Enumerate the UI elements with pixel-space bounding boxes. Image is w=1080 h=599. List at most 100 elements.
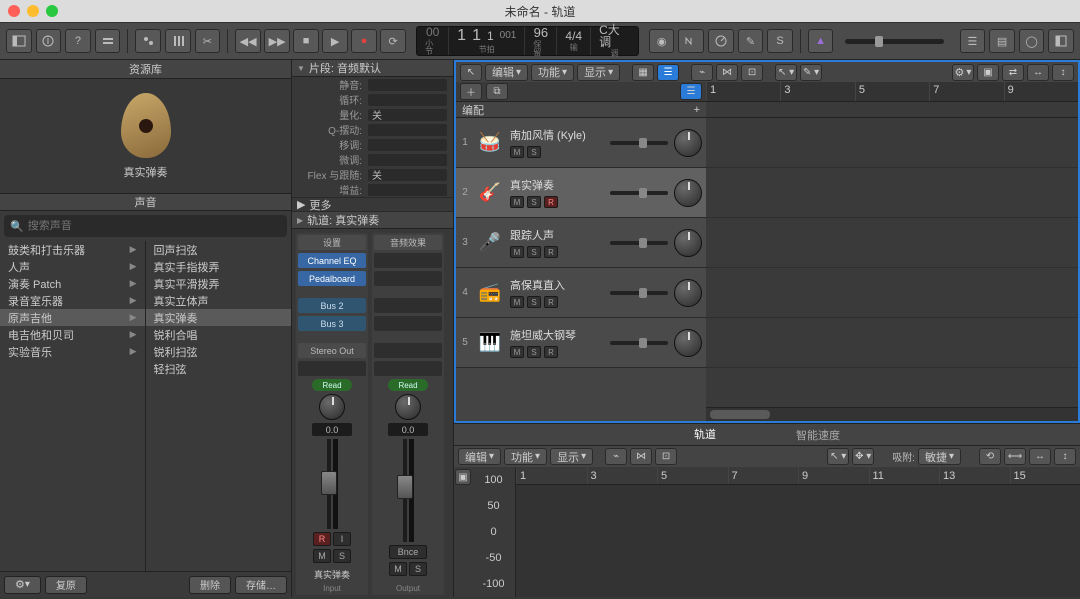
loops-button[interactable]: ◯ xyxy=(1019,29,1045,53)
pan-value[interactable]: 0.0 xyxy=(312,423,352,436)
param-value[interactable]: 关 xyxy=(368,109,447,121)
pan-knob[interactable] xyxy=(319,394,345,420)
settings-button[interactable]: ⚙ ▾ xyxy=(952,64,974,81)
input-monitor-button[interactable]: I xyxy=(333,532,351,546)
move-tool-button[interactable]: ✥ ▾ xyxy=(852,448,874,465)
catch-button[interactable]: ⟲ xyxy=(979,448,1001,465)
automation-button[interactable]: ⌁ xyxy=(605,448,627,465)
search-input[interactable] xyxy=(28,220,281,232)
list-editor-button[interactable]: ☰ xyxy=(960,29,986,53)
track-pan-knob[interactable] xyxy=(674,129,702,157)
pointer-tool-button[interactable]: ↖ xyxy=(460,64,482,81)
flex-button[interactable]: ⋈ xyxy=(716,64,738,81)
record-enable-button[interactable]: R xyxy=(544,296,558,308)
track-volume-slider[interactable] xyxy=(610,291,668,295)
add-marker-icon[interactable]: + xyxy=(694,104,700,116)
group-slot[interactable] xyxy=(298,361,366,376)
editor-catch-button[interactable]: ▣ xyxy=(455,469,471,485)
editors-button[interactable]: ✂ xyxy=(195,29,221,53)
track-pan-knob[interactable] xyxy=(674,229,702,257)
send-slot[interactable] xyxy=(374,316,442,331)
track-volume-slider[interactable] xyxy=(610,191,668,195)
mute-button[interactable]: M xyxy=(510,146,524,158)
category-item[interactable]: 录音室乐器▶ xyxy=(0,292,145,309)
mute-button[interactable]: M xyxy=(510,196,524,208)
mute-button[interactable]: M xyxy=(510,246,524,258)
preset-item[interactable]: 真实弹奏 xyxy=(146,309,292,326)
flex-button[interactable]: ⋈ xyxy=(630,448,652,465)
plugin-slot[interactable] xyxy=(374,253,442,268)
delete-button[interactable]: 删除 xyxy=(189,576,231,594)
solo-button[interactable]: S xyxy=(527,196,541,208)
timeline-lane[interactable] xyxy=(706,268,1078,318)
record-enable-button[interactable]: R xyxy=(544,246,558,258)
group-slot[interactable] xyxy=(374,361,442,376)
grid-view-button[interactable]: ▦ xyxy=(632,64,654,81)
timeline-tracks[interactable] xyxy=(706,118,1078,407)
send-slot-1[interactable]: Bus 2 xyxy=(298,298,366,313)
category-item[interactable]: 人声▶ xyxy=(0,258,145,275)
solo-button[interactable]: S xyxy=(409,562,427,576)
edit-menu[interactable]: 编辑 ▾ xyxy=(458,448,501,465)
notepad-button[interactable]: ▤ xyxy=(989,29,1015,53)
tuner-button[interactable]: ◉ xyxy=(649,29,675,53)
bounce-button[interactable]: Bnce xyxy=(389,545,427,559)
preset-item[interactable]: 锐利扫弦 xyxy=(146,343,292,360)
timeline-lane[interactable] xyxy=(706,118,1078,168)
right-tool-button[interactable]: ✎ ▾ xyxy=(800,64,822,81)
stop-button[interactable]: ■ xyxy=(293,29,319,53)
track-pan-knob[interactable] xyxy=(674,179,702,207)
h-scrollbar[interactable] xyxy=(706,407,1078,421)
left-tool-button[interactable]: ↖ ▾ xyxy=(827,448,849,465)
solo-button[interactable]: S xyxy=(527,146,541,158)
list-view-button[interactable]: ☰ xyxy=(657,64,679,81)
record-enable-button[interactable]: R xyxy=(544,346,558,358)
toolbar-toggle-button[interactable] xyxy=(95,29,121,53)
record-enable-button[interactable]: R xyxy=(544,196,558,208)
arrange-header-row[interactable]: 编配 + xyxy=(456,102,706,118)
param-value[interactable] xyxy=(368,184,447,196)
link-button[interactable]: ⇄ xyxy=(1002,64,1024,81)
solo-button[interactable]: S xyxy=(527,346,541,358)
timeline-lane[interactable] xyxy=(706,218,1078,268)
functions-menu[interactable]: 功能 ▾ xyxy=(531,64,574,81)
minimize-icon[interactable] xyxy=(27,5,39,17)
left-tool-button[interactable]: ↖ ▾ xyxy=(775,64,797,81)
mute-button[interactable]: M xyxy=(510,346,524,358)
automation-read-button[interactable]: Read xyxy=(388,379,428,391)
lcd-tempo[interactable]: 96 xyxy=(534,26,548,39)
close-icon[interactable] xyxy=(8,5,20,17)
track-params-header[interactable]: ▶ 轨道: 真实弹奏 xyxy=(292,212,453,229)
add-track-button[interactable]: ＋ xyxy=(460,83,482,100)
catch-button[interactable]: ▣ xyxy=(977,64,999,81)
snap-menu[interactable]: 敏捷 ▾ xyxy=(918,448,961,465)
category-item[interactable]: 演奏 Patch▶ xyxy=(0,275,145,292)
more-params[interactable]: ▶ 更多 xyxy=(292,197,453,212)
play-button[interactable]: ▶ xyxy=(322,29,348,53)
send-slot[interactable] xyxy=(374,298,442,313)
timeline-lane[interactable] xyxy=(706,168,1078,218)
mute-button[interactable]: M xyxy=(389,562,407,576)
zoom-h-button[interactable]: ↔ xyxy=(1027,64,1049,81)
automation-button[interactable]: ⌁ xyxy=(691,64,713,81)
send-slot-2[interactable]: Bus 3 xyxy=(298,316,366,331)
pan-value[interactable]: 0.0 xyxy=(388,423,428,436)
metronome-button[interactable] xyxy=(708,29,734,53)
mixer-button[interactable] xyxy=(165,29,191,53)
forward-button[interactable]: ▶▶ xyxy=(264,29,290,53)
loop-button[interactable]: ⊡ xyxy=(655,448,677,465)
undo-button[interactable]: 复原 xyxy=(45,576,87,594)
param-value[interactable]: 关 xyxy=(368,169,447,181)
track-header[interactable]: 5🎹施坦威大钢琴MSR xyxy=(456,318,706,368)
gear-button[interactable]: ⚙ ▾ xyxy=(4,576,41,594)
output-slot[interactable]: Stereo Out xyxy=(298,343,366,358)
category-item[interactable]: 实验音乐▶ xyxy=(0,343,145,360)
region-params-header[interactable]: ▼ 片段: 音频默认 xyxy=(292,60,453,77)
timeline-lane[interactable] xyxy=(706,318,1078,368)
track-volume-slider[interactable] xyxy=(610,341,668,345)
track-pan-knob[interactable] xyxy=(674,329,702,357)
preset-item[interactable]: 真实平滑拨弄 xyxy=(146,275,292,292)
category-item[interactable]: 电吉他和贝司▶ xyxy=(0,326,145,343)
editor-bar-ruler[interactable]: 13579111315 xyxy=(516,467,1080,485)
volume-fader[interactable] xyxy=(403,439,407,542)
